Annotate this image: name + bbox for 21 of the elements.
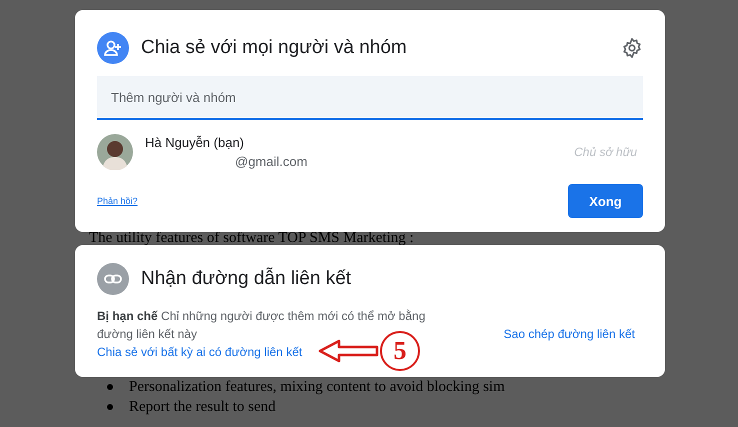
bullet-icon <box>107 384 113 390</box>
copy-link[interactable]: Sao chép đường liên kết <box>504 327 635 341</box>
arrow-icon <box>317 338 381 364</box>
dialog-title: Chia sẻ với mọi người và nhóm <box>141 37 408 59</box>
settings-icon[interactable] <box>621 37 643 59</box>
add-person-icon <box>97 32 129 64</box>
owner-label: Chủ sở hữu <box>574 145 637 159</box>
step-number: 5 <box>380 331 420 371</box>
dialog-title: Nhận đường dẫn liên kết <box>141 268 352 290</box>
avatar-icon <box>97 134 133 170</box>
bullet-icon <box>107 404 113 410</box>
document-text: Report the result to send <box>129 398 276 416</box>
link-icon <box>97 263 129 295</box>
document-text: The utility features of software TOP SMS Marketing : <box>88 232 415 245</box>
person-name: Hà Nguyễn (bạn) <box>145 135 245 150</box>
person-email: @gmail.com <box>235 154 308 169</box>
add-people-field[interactable]: Thêm người và nhóm <box>97 76 643 120</box>
feedback-link[interactable]: Phản hồi? <box>97 196 138 206</box>
share-link[interactable]: Chia sẻ với bất kỳ ai có đường liên kết <box>97 345 302 359</box>
done-button[interactable]: Xong <box>568 184 643 218</box>
document-text: Personalization features, mixing content to avoid blocking sim <box>129 378 505 396</box>
